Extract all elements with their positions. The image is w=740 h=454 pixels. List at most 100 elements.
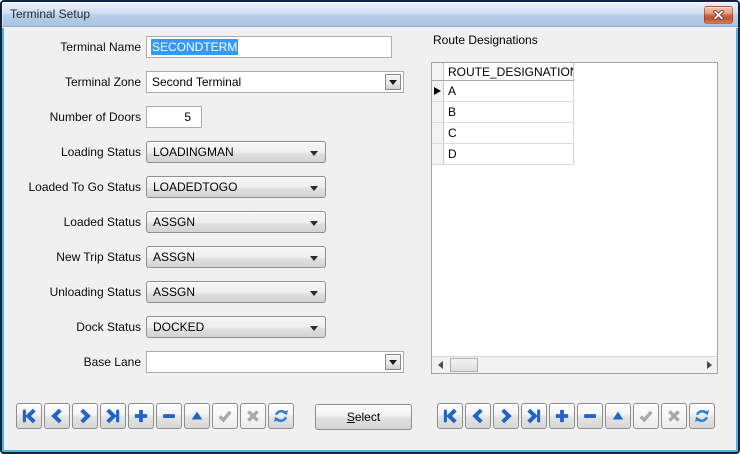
nav-refresh-button[interactable] xyxy=(268,403,294,429)
nav-cancel-button xyxy=(240,403,266,429)
close-icon xyxy=(712,10,725,20)
next-icon xyxy=(496,406,516,426)
title-bar[interactable]: Terminal Setup xyxy=(2,2,738,27)
terminal-zone-dropdown-button[interactable] xyxy=(385,74,401,90)
form-row-loaded-status: Loaded StatusASSGN xyxy=(5,211,404,233)
grid-header-row: ROUTE_DESIGNATION xyxy=(432,63,574,81)
terminal-zone-combo[interactable]: Second Terminal xyxy=(146,71,404,93)
nav-prior-button[interactable] xyxy=(44,403,70,429)
last-icon xyxy=(103,406,123,426)
loading-status-combo[interactable]: LOADINGMAN xyxy=(146,141,326,163)
base-lane-label: Base Lane xyxy=(5,355,141,369)
grid-column-header[interactable]: ROUTE_DESIGNATION xyxy=(444,63,574,80)
nav-edit-button[interactable] xyxy=(184,403,210,429)
route-designations-label: Route Designations xyxy=(433,33,538,47)
insert-icon xyxy=(131,406,151,426)
form-row-dock-status: Dock Status DOCKED xyxy=(5,316,404,338)
terminal-name-label: Terminal Name xyxy=(5,40,141,54)
grid-row-indicator xyxy=(432,102,444,122)
number-of-doors-label: Number of Doors xyxy=(5,110,141,124)
dropdown-arrow-icon xyxy=(389,360,397,365)
scroll-left-arrow-icon xyxy=(438,361,443,369)
grid-row-indicator xyxy=(432,144,444,164)
new-trip-status-combo[interactable]: ASSGN xyxy=(146,246,326,268)
terminal-name-input[interactable]: SECONDTERM xyxy=(146,36,392,58)
dialog-body: Terminal Name SECONDTERM Terminal Zone Seco… xyxy=(2,28,738,452)
terminal-zone-label: Terminal Zone xyxy=(5,75,141,89)
nav-delete-button[interactable] xyxy=(156,403,182,429)
scroll-right-button[interactable] xyxy=(701,357,717,373)
select-button[interactable]: Select xyxy=(315,404,412,430)
nav-next-button[interactable] xyxy=(493,403,519,429)
new-trip-status-label: New Trip Status xyxy=(5,250,141,264)
row-indicator-icon xyxy=(434,87,441,95)
nav-prior-button[interactable] xyxy=(465,403,491,429)
insert-icon xyxy=(552,406,572,426)
first-icon xyxy=(19,406,39,426)
db-navigator-left xyxy=(16,403,294,429)
form-row-unloading-status: Unloading StatusASSGN xyxy=(5,281,404,303)
dock-status-label: Dock Status xyxy=(5,320,141,334)
loaded-to-go-status-value: LOADEDTOGO xyxy=(153,180,237,194)
delete-icon xyxy=(580,406,600,426)
nav-delete-button[interactable] xyxy=(577,403,603,429)
first-icon xyxy=(440,406,460,426)
grid-row[interactable]: A xyxy=(432,81,574,102)
scroll-left-button[interactable] xyxy=(432,357,448,373)
unloading-status-combo[interactable]: ASSGN xyxy=(146,281,326,303)
delete-icon xyxy=(159,406,179,426)
dock-status-combo[interactable]: DOCKED xyxy=(146,316,326,338)
select-button-label: Select xyxy=(347,410,380,424)
window-title: Terminal Setup xyxy=(10,7,90,21)
nav-first-button[interactable] xyxy=(16,403,42,429)
grid-indicator-header xyxy=(432,63,444,80)
edit-icon xyxy=(187,406,207,426)
grid-row[interactable]: C xyxy=(432,123,574,144)
scrollbar-thumb[interactable] xyxy=(450,358,478,372)
form-row-loading-status: Loading StatusLOADINGMAN xyxy=(5,141,404,163)
grid-cell[interactable]: C xyxy=(444,123,574,143)
form-row-number-of-doors: Number of Doors 5 xyxy=(5,106,404,128)
loaded-to-go-status-label: Loaded To Go Status xyxy=(5,180,141,194)
base-lane-dropdown-button[interactable] xyxy=(385,354,401,370)
form-row-terminal-name: Terminal Name SECONDTERM xyxy=(5,36,404,58)
route-designations-grid: ROUTE_DESIGNATION ABCD xyxy=(431,62,718,374)
prior-icon xyxy=(47,406,67,426)
dropdown-arrow-icon xyxy=(310,291,318,296)
form-row-base-lane: Base Lane xyxy=(5,351,404,373)
nav-post-button xyxy=(212,403,238,429)
new-trip-status-value: ASSGN xyxy=(153,250,195,264)
scroll-right-arrow-icon xyxy=(707,361,712,369)
dropdown-arrow-icon xyxy=(310,186,318,191)
terminal-setup-dialog: Terminal Setup Terminal NameSECONDTERMTe… xyxy=(0,0,740,454)
db-navigator-right xyxy=(437,403,715,429)
loading-status-value: LOADINGMAN xyxy=(153,145,234,159)
nav-insert-button[interactable] xyxy=(549,403,575,429)
form-row-new-trip-status: New Trip Status ASSGN xyxy=(5,246,404,268)
prior-icon xyxy=(468,406,488,426)
edit-icon xyxy=(608,406,628,426)
nav-last-button[interactable] xyxy=(100,403,126,429)
nav-next-button[interactable] xyxy=(72,403,98,429)
close-button[interactable] xyxy=(704,6,733,24)
base-lane-combo[interactable] xyxy=(146,351,404,373)
post-icon xyxy=(215,406,235,426)
nav-first-button[interactable] xyxy=(437,403,463,429)
grid-cell[interactable]: B xyxy=(444,102,574,122)
nav-edit-button[interactable] xyxy=(605,403,631,429)
grid-cell[interactable]: A xyxy=(444,81,574,101)
number-of-doors-input[interactable]: 5 xyxy=(146,106,202,128)
nav-refresh-button[interactable] xyxy=(689,403,715,429)
loaded-status-combo[interactable]: ASSGN xyxy=(146,211,326,233)
grid-cell[interactable]: D xyxy=(444,144,574,164)
cancel-icon xyxy=(664,406,684,426)
grid-row[interactable]: B xyxy=(432,102,574,123)
dropdown-arrow-icon xyxy=(310,256,318,261)
post-icon xyxy=(636,406,656,426)
grid-row-indicator xyxy=(432,81,444,101)
grid-horizontal-scrollbar[interactable] xyxy=(432,356,717,373)
loaded-to-go-status-combo[interactable]: LOADEDTOGO xyxy=(146,176,326,198)
grid-row[interactable]: D xyxy=(432,144,574,165)
nav-insert-button[interactable] xyxy=(128,403,154,429)
nav-last-button[interactable] xyxy=(521,403,547,429)
